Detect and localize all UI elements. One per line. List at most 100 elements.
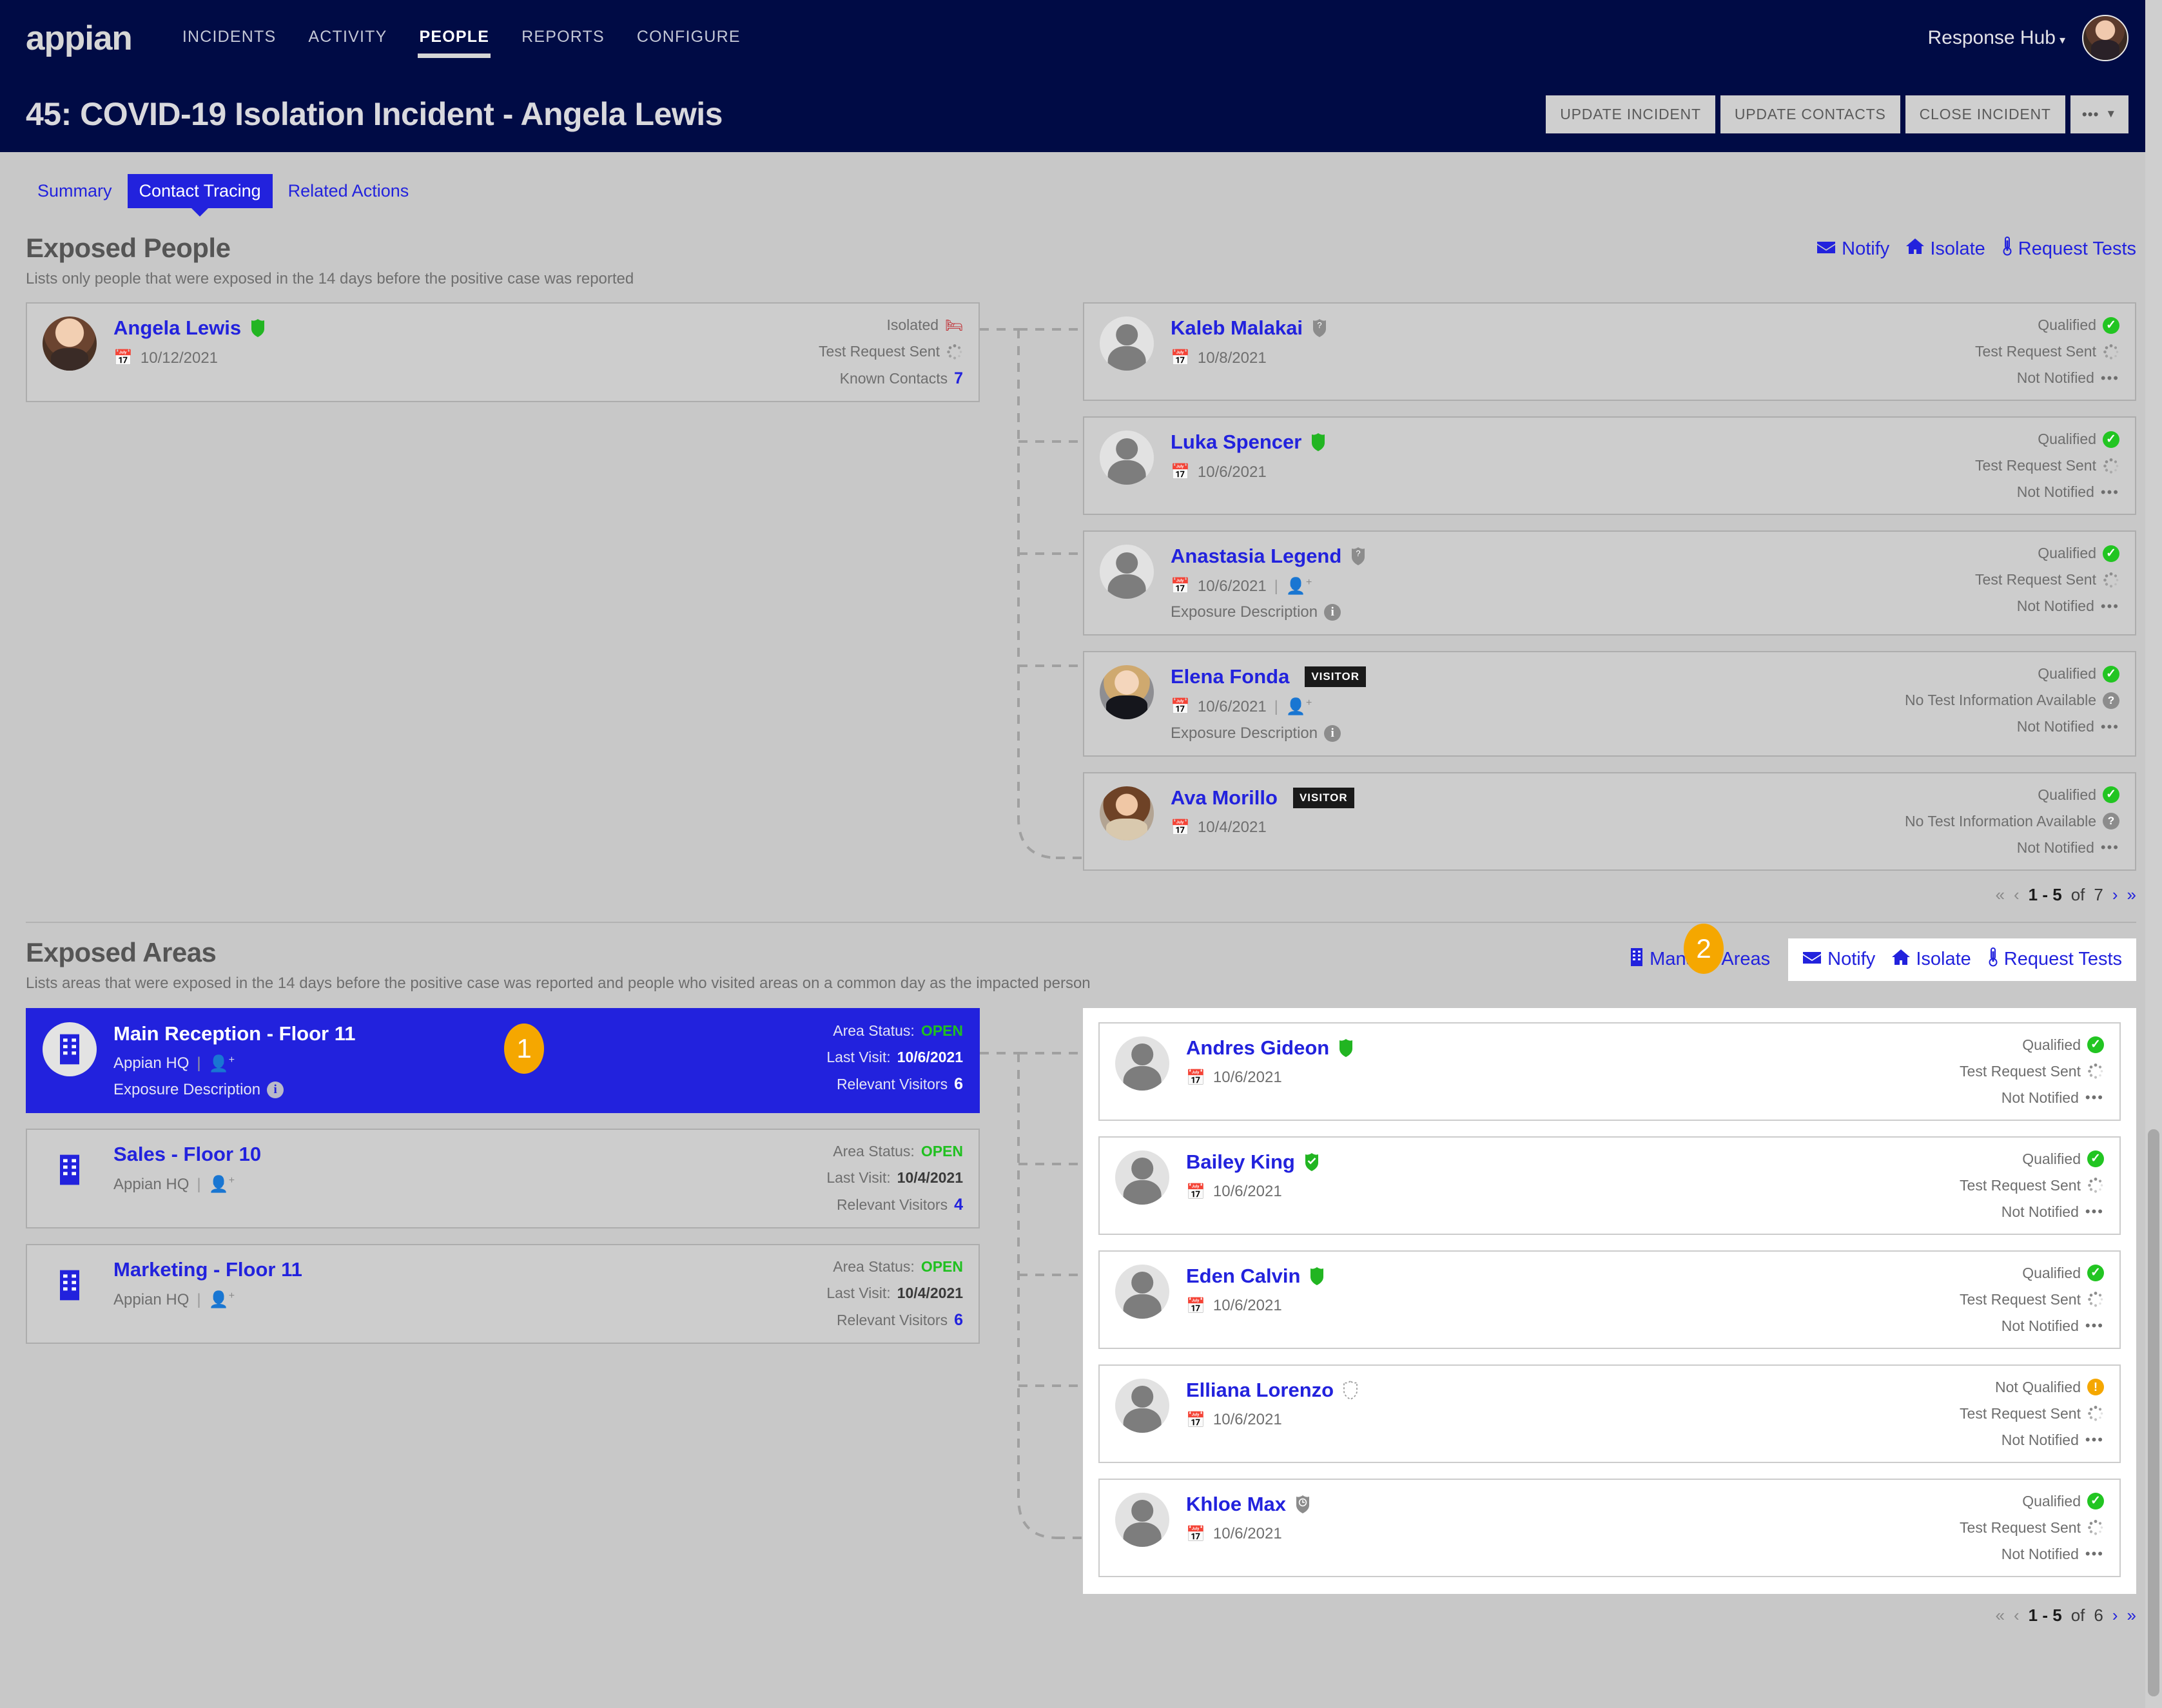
isolate-areas-button[interactable]: Isolate bbox=[1892, 949, 1971, 971]
area-name[interactable]: Sales - Floor 10 bbox=[113, 1143, 261, 1166]
response-hub-menu[interactable]: Response Hub ▾ bbox=[1927, 27, 2065, 49]
pager-prev-button[interactable]: ‹ bbox=[2014, 885, 2020, 905]
tab-contact-tracing[interactable]: Contact Tracing bbox=[127, 174, 273, 208]
status-test-request: Test Request Sent bbox=[1975, 343, 2119, 360]
contact-card[interactable]: Elena Fonda VISITOR 📅 10/6/2021 | 👤+ Exp… bbox=[1083, 651, 2136, 757]
avatar bbox=[1115, 1492, 1169, 1547]
nav-item-configure[interactable]: CONFIGURE bbox=[636, 23, 742, 54]
spinner-icon bbox=[2087, 1177, 2104, 1194]
avatar bbox=[1100, 431, 1154, 485]
visitor-card[interactable]: Bailey King 📅 10/6/2021 Qualified ✓ Test… bbox=[1098, 1136, 2121, 1235]
area-card[interactable]: Sales - Floor 10 Appian HQ | 👤+ Area Sta… bbox=[26, 1128, 980, 1228]
contact-card[interactable]: Ava Morillo VISITOR 📅 10/4/2021 Qualifie… bbox=[1083, 772, 2136, 871]
contact-card[interactable]: Anastasia Legend ? 📅 10/6/2021 | 👤+ Expo… bbox=[1083, 530, 2136, 636]
pager-next-button[interactable]: › bbox=[2112, 1606, 2118, 1626]
page-scrollbar[interactable] bbox=[2145, 0, 2162, 1708]
contact-name[interactable]: Elena Fonda bbox=[1171, 665, 1289, 688]
pager-first-button[interactable]: « bbox=[1996, 1606, 2005, 1626]
area-card[interactable]: Main Reception - Floor 11 Appian HQ | 👤+… bbox=[26, 1007, 980, 1113]
source-person-name[interactable]: Angela Lewis bbox=[113, 316, 241, 340]
update-incident-button[interactable]: UPDATE INCIDENT bbox=[1546, 95, 1715, 133]
tab-related-actions[interactable]: Related Actions bbox=[277, 174, 421, 208]
pager-next-button[interactable]: › bbox=[2112, 885, 2118, 905]
isolate-people-button[interactable]: Isolate bbox=[1906, 238, 1985, 260]
avatar bbox=[43, 316, 97, 371]
user-avatar[interactable] bbox=[2082, 15, 2128, 61]
add-user-icon[interactable]: 👤+ bbox=[209, 1175, 235, 1194]
visitor-name[interactable]: Khloe Max bbox=[1186, 1493, 1286, 1516]
contact-card[interactable]: Luka Spencer 📅 10/6/2021 Qualified ✓ Tes… bbox=[1083, 416, 2136, 515]
visitor-card[interactable]: Andres Gideon 📅 10/6/2021 Qualified ✓ Te… bbox=[1098, 1022, 2121, 1121]
area-name[interactable]: Main Reception - Floor 11 bbox=[113, 1022, 356, 1045]
pager-total: 7 bbox=[2094, 884, 2103, 904]
contact-name[interactable]: Kaleb Malakai bbox=[1171, 316, 1303, 340]
tab-summary[interactable]: Summary bbox=[26, 174, 124, 208]
exposed-people-header: Exposed People Lists only people that we… bbox=[26, 233, 2136, 288]
status-isolated-label: Isolated bbox=[886, 316, 939, 333]
calendar-icon: 📅 bbox=[1171, 577, 1190, 596]
contact-name[interactable]: Anastasia Legend bbox=[1171, 545, 1341, 568]
exposed-people-pane: Angela Lewis 📅 10/12/2021 Isolated 🛏 Tes… bbox=[26, 302, 2136, 905]
source-person-card[interactable]: Angela Lewis 📅 10/12/2021 Isolated 🛏 Tes… bbox=[26, 302, 980, 402]
question-gray-icon bbox=[2103, 692, 2119, 709]
visitor-name[interactable]: Bailey King bbox=[1186, 1150, 1295, 1174]
info-icon[interactable]: i bbox=[1324, 724, 1341, 742]
exposed-areas-pane: Main Reception - Floor 11 Appian HQ | 👤+… bbox=[26, 1007, 2136, 1594]
close-incident-button[interactable]: CLOSE INCIDENT bbox=[1905, 95, 2065, 133]
notify-areas-button[interactable]: Notify bbox=[1802, 949, 1875, 970]
request-tests-areas-button[interactable]: Request Tests bbox=[1988, 947, 2122, 972]
add-user-icon[interactable]: 👤+ bbox=[209, 1054, 235, 1073]
pager-first-button[interactable]: « bbox=[1996, 885, 2005, 905]
area-name[interactable]: Marketing - Floor 11 bbox=[113, 1258, 302, 1281]
request-tests-label: Request Tests bbox=[2003, 949, 2122, 970]
ellipsis-icon: ••• bbox=[2100, 597, 2119, 614]
visitor-card[interactable]: Eden Calvin 📅 10/6/2021 Qualified ✓ Test… bbox=[1098, 1250, 2121, 1349]
nav-item-activity[interactable]: ACTIVITY bbox=[307, 23, 388, 54]
connector-column bbox=[980, 302, 1083, 905]
exposed-people-subtitle: Lists only people that were exposed in t… bbox=[26, 270, 634, 287]
request-tests-people-button[interactable]: Request Tests bbox=[2002, 237, 2136, 261]
area-relevant-visitors-value: 6 bbox=[954, 1074, 963, 1093]
pager-prev-button[interactable]: ‹ bbox=[2014, 1606, 2020, 1626]
add-user-icon[interactable]: 👤+ bbox=[1286, 577, 1312, 596]
contact-name[interactable]: Ava Morillo bbox=[1171, 786, 1278, 810]
spinner-icon bbox=[2103, 572, 2119, 588]
notify-people-button[interactable]: Notify bbox=[1816, 238, 1889, 260]
page-title-bar: 45: COVID-19 Isolation Incident - Angela… bbox=[0, 76, 2162, 152]
info-icon[interactable]: i bbox=[1324, 604, 1341, 621]
more-actions-button[interactable]: ••• ▼ bbox=[2070, 95, 2128, 133]
pager-last-button[interactable]: » bbox=[2127, 885, 2136, 905]
nav-item-incidents[interactable]: INCIDENTS bbox=[181, 23, 278, 54]
status-notified: Not Notified ••• bbox=[2001, 1317, 2104, 1334]
visitor-name[interactable]: Andres Gideon bbox=[1186, 1036, 1329, 1060]
area-card[interactable]: Marketing - Floor 11 Appian HQ | 👤+ Area… bbox=[26, 1243, 980, 1344]
connector-tree-icon bbox=[980, 328, 1083, 859]
pager-last-button[interactable]: » bbox=[2127, 1606, 2136, 1626]
area-last-visit: Last Visit: 10/4/2021 bbox=[826, 1169, 963, 1186]
header-action-buttons: UPDATE INCIDENT UPDATE CONTACTS CLOSE IN… bbox=[1546, 95, 2128, 133]
add-user-icon[interactable]: 👤+ bbox=[1286, 697, 1312, 716]
visitor-name[interactable]: Elliana Lorenzo bbox=[1186, 1379, 1334, 1402]
contact-name[interactable]: Luka Spencer bbox=[1171, 431, 1301, 454]
exposed-people-pagination: « ‹ 1 - 5 of 7 › » bbox=[1083, 885, 2136, 905]
info-icon[interactable]: i bbox=[267, 1081, 284, 1098]
appian-logo[interactable]: appian bbox=[26, 19, 133, 58]
check-green-icon bbox=[2087, 1493, 2104, 1510]
update-contacts-button[interactable]: UPDATE CONTACTS bbox=[1720, 95, 1900, 133]
visitor-card[interactable]: Khloe Max 📅 10/6/2021 Qualified ✓ Test R… bbox=[1098, 1478, 2121, 1577]
check-green-icon bbox=[2087, 1265, 2104, 1282]
scrollbar-thumb[interactable] bbox=[2148, 1129, 2159, 1696]
area-site: Appian HQ bbox=[113, 1175, 190, 1193]
nav-item-people[interactable]: PEOPLE bbox=[418, 23, 491, 58]
contact-card[interactable]: Kaleb Malakai ? 📅 10/8/2021 Qualified ✓ … bbox=[1083, 302, 2136, 401]
add-user-icon[interactable]: 👤+ bbox=[209, 1290, 235, 1309]
separator: | bbox=[197, 1290, 201, 1308]
visitor-card[interactable]: Elliana Lorenzo 📅 10/6/2021 Not Qualifie… bbox=[1098, 1364, 2121, 1463]
ellipsis-icon: ••• bbox=[2081, 105, 2099, 122]
status-notified: Not Notified ••• bbox=[2001, 1203, 2104, 1220]
spinner-icon bbox=[2087, 1291, 2104, 1308]
visitor-name[interactable]: Eden Calvin bbox=[1186, 1265, 1300, 1288]
nav-item-reports[interactable]: REPORTS bbox=[520, 23, 606, 54]
status-test-request: Test Request Sent bbox=[1960, 1291, 2104, 1308]
ellipsis-icon: ••• bbox=[2100, 718, 2119, 735]
